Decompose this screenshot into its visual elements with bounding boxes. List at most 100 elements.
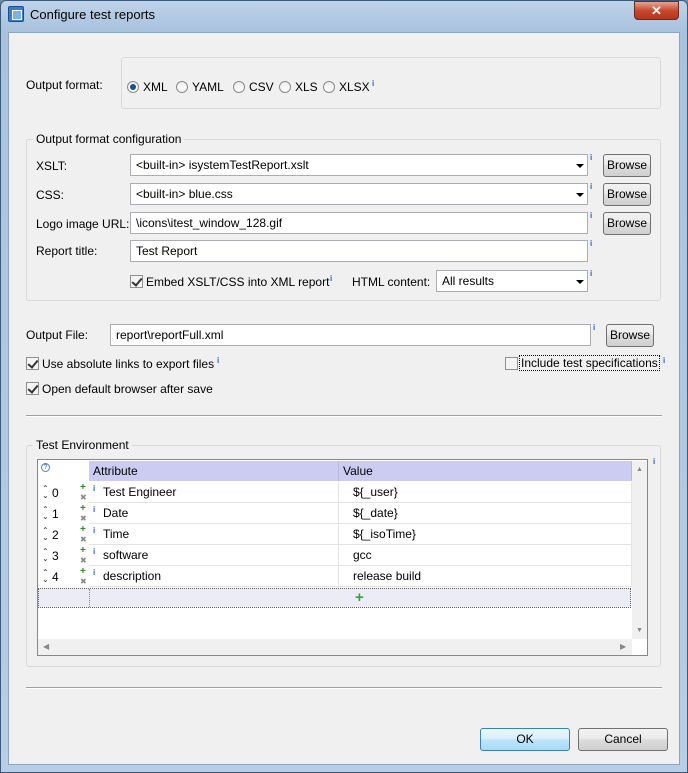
css-dropdown-icon[interactable] <box>576 193 584 197</box>
radio-yaml-label[interactable]: YAML <box>192 80 224 94</box>
test-env-info-icon[interactable]: i <box>653 457 655 466</box>
separator-bottom <box>26 687 662 689</box>
html-content-dropdown-icon[interactable] <box>576 280 584 284</box>
html-content-value: All results <box>442 274 495 288</box>
delete-row-icon[interactable]: ✖ <box>80 515 87 523</box>
absolute-links-info-icon[interactable]: i <box>217 356 219 365</box>
embed-checkbox[interactable] <box>130 275 143 288</box>
window-title: Configure test reports <box>30 7 156 22</box>
row-index: 1 <box>52 507 59 521</box>
css-combo[interactable]: <built-in> blue.css <box>130 183 588 205</box>
value-cell[interactable]: ${_user} <box>339 482 632 503</box>
embed-info-icon[interactable]: i <box>330 274 332 283</box>
value-cell[interactable]: ${_date} <box>339 503 632 524</box>
attribute-cell[interactable]: software <box>89 545 339 566</box>
scroll-down-icon[interactable]: ▼ <box>636 627 643 634</box>
scroll-up-icon[interactable]: ▲ <box>636 466 643 473</box>
add-row-icon[interactable]: + <box>80 504 86 514</box>
include-specs-label[interactable]: Include test specifications <box>519 355 660 371</box>
radio-csv[interactable] <box>233 81 245 93</box>
xslt-combo[interactable]: <built-in> isystemTestReport.xslt <box>130 154 588 176</box>
scroll-left-icon[interactable]: ◀ <box>43 642 49 651</box>
css-browse-button[interactable]: Browse <box>603 183 651 206</box>
open-browser-label[interactable]: Open default browser after save <box>42 382 213 396</box>
output-file-browse-button[interactable]: Browse <box>606 324 654 347</box>
vertical-scrollbar[interactable]: ▲ ▼ <box>632 461 647 639</box>
html-content-info-icon[interactable]: i <box>590 269 592 278</box>
radio-xlsx[interactable] <box>323 81 335 93</box>
logo-browse-button[interactable]: Browse <box>603 212 651 235</box>
cancel-button[interactable]: Cancel <box>578 728 668 751</box>
css-info-icon[interactable]: i <box>590 182 592 191</box>
xslt-dropdown-icon[interactable] <box>576 164 584 168</box>
new-row-divider <box>89 589 90 607</box>
absolute-links-checkbox[interactable] <box>26 357 39 370</box>
reorder-icon[interactable]: ⌃ ⌄ <box>42 548 49 563</box>
output-file-label: Output File: <box>26 328 89 342</box>
add-row-icon[interactable]: + <box>80 525 86 535</box>
xslt-browse-button[interactable]: Browse <box>603 154 651 177</box>
value-cell[interactable]: ${_isoTime} <box>339 524 632 545</box>
reorder-icon[interactable]: ⌃ ⌄ <box>42 527 49 542</box>
attribute-cell[interactable]: Test Engineer <box>89 482 339 503</box>
separator-top <box>26 415 662 417</box>
reorder-icon[interactable]: ⌃ ⌄ <box>42 506 49 521</box>
row-index: 3 <box>52 549 59 563</box>
reorder-icon[interactable]: ⌃ ⌄ <box>42 485 49 500</box>
html-content-label: HTML content: <box>352 275 431 289</box>
output-file-input[interactable]: report\reportFull.xml <box>110 324 591 346</box>
css-value: <built-in> blue.css <box>136 187 233 201</box>
html-content-combo[interactable]: All results <box>436 270 588 292</box>
attribute-cell[interactable]: Time <box>89 524 339 545</box>
scroll-right-icon[interactable]: ▶ <box>620 642 626 651</box>
include-specs-checkbox[interactable] <box>505 357 518 370</box>
row-index: 4 <box>52 570 59 584</box>
radio-xlsx-label[interactable]: XLSX <box>339 80 370 94</box>
horizontal-scrollbar[interactable]: ◀ ▶ <box>38 639 632 655</box>
attribute-cell[interactable]: Date <box>89 503 339 524</box>
xslt-label: XSLT: <box>36 159 68 173</box>
radio-xml-label[interactable]: XML <box>143 80 168 94</box>
report-title-input[interactable]: Test Report <box>130 240 588 262</box>
attribute-cell[interactable]: description <box>89 566 339 587</box>
report-title-label: Report title: <box>36 244 98 258</box>
radio-xls[interactable] <box>279 81 291 93</box>
close-button[interactable]: ✕ <box>634 1 679 20</box>
info-icon[interactable]: i <box>372 79 374 88</box>
column-header-attribute[interactable]: Attribute <box>89 461 339 481</box>
value-cell[interactable]: release build <box>339 566 632 587</box>
add-row-icon[interactable]: + <box>80 483 86 493</box>
radio-xls-label[interactable]: XLS <box>295 80 318 94</box>
xslt-info-icon[interactable]: i <box>590 153 592 162</box>
logo-url-input[interactable]: \icons\itest_window_128.gif <box>130 212 588 234</box>
logo-info-icon[interactable]: i <box>590 211 592 220</box>
logo-label: Logo image URL: <box>36 217 130 231</box>
help-icon[interactable]: ? <box>41 463 50 472</box>
delete-row-icon[interactable]: ✖ <box>80 578 87 586</box>
delete-row-icon[interactable]: ✖ <box>80 557 87 565</box>
row-index: 2 <box>52 528 59 542</box>
delete-row-icon[interactable]: ✖ <box>80 494 87 502</box>
css-label: CSS: <box>36 188 65 202</box>
add-row-icon[interactable]: + <box>80 546 86 556</box>
open-browser-checkbox[interactable] <box>26 382 39 395</box>
column-header-value[interactable]: Value <box>339 461 632 481</box>
new-row[interactable]: + <box>38 588 631 608</box>
include-specs-info-icon[interactable]: i <box>663 356 665 365</box>
ok-button[interactable]: OK <box>480 728 570 751</box>
absolute-links-label[interactable]: Use absolute links to export files <box>42 357 214 371</box>
xslt-value: <built-in> isystemTestReport.xslt <box>136 158 309 172</box>
radio-yaml[interactable] <box>176 81 188 93</box>
radio-xml[interactable] <box>127 81 139 93</box>
output-file-info-icon[interactable]: i <box>593 323 595 332</box>
reorder-icon[interactable]: ⌃ ⌄ <box>42 569 49 584</box>
add-row-icon[interactable]: + <box>80 567 86 577</box>
add-row-plus-icon[interactable]: + <box>355 590 364 606</box>
report-title-info-icon[interactable]: i <box>590 239 592 248</box>
embed-label[interactable]: Embed XSLT/CSS into XML report <box>146 275 329 289</box>
value-cell[interactable]: gcc <box>339 545 632 566</box>
row-index: 0 <box>52 486 59 500</box>
config-group-title: Output format configuration <box>33 132 185 146</box>
radio-csv-label[interactable]: CSV <box>249 80 274 94</box>
delete-row-icon[interactable]: ✖ <box>80 536 87 544</box>
